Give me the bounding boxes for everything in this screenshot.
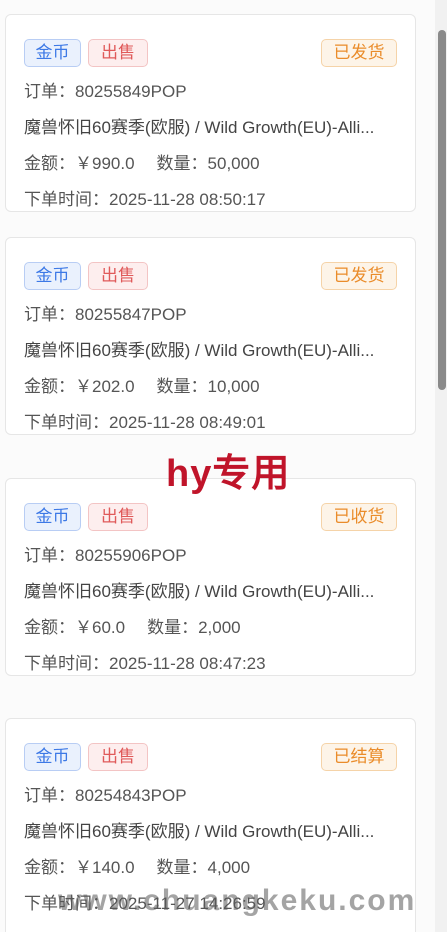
quantity-label: 数量： (156, 858, 208, 877)
order-card[interactable]: 金币 出售 已收货 订单：80255906POP 魔兽怀旧60赛季(欧服) / … (5, 478, 416, 676)
product-name: 魔兽怀旧60赛季(欧服) / Wild Growth(EU)-Alli... (24, 118, 375, 137)
scrollbar-thumb[interactable] (438, 30, 446, 390)
scrollbar-track[interactable] (435, 0, 447, 932)
amount-value: ￥140.0 (75, 858, 135, 877)
tag-sell: 出售 (88, 39, 148, 67)
tag-sell: 出售 (88, 262, 148, 290)
amount-value: ￥990.0 (75, 154, 135, 173)
order-number: 80255847POP (75, 305, 187, 324)
order-number-row: 订单：80255847POP (24, 300, 397, 325)
tag-coin: 金币 (24, 503, 81, 531)
watermark-bottom: www.chuangkeku.com (58, 884, 417, 917)
order-number-row: 订单：80255849POP (24, 77, 397, 102)
status-badge: 已发货 (321, 39, 397, 67)
order-number-label: 订单： (24, 546, 75, 565)
order-number-label: 订单： (24, 82, 75, 101)
order-time-row: 下单时间：2025-11-28 08:50:17 (24, 185, 397, 210)
order-list-page: 金币 出售 已发货 订单：80255849POP 魔兽怀旧60赛季(欧服) / … (0, 0, 447, 932)
order-number-row: 订单：80255906POP (24, 541, 397, 566)
status-badge: 已发货 (321, 262, 397, 290)
tag-coin: 金币 (24, 39, 81, 67)
order-number-label: 订单： (24, 786, 75, 805)
order-card[interactable]: 金币 出售 已发货 订单：80255847POP 魔兽怀旧60赛季(欧服) / … (5, 237, 416, 435)
status-badge: 已收货 (321, 503, 397, 531)
order-time-label: 下单时间： (24, 654, 109, 673)
quantity-label: 数量： (156, 377, 208, 396)
amount-row: 金额：￥140.0 数量：4,000 (24, 853, 397, 878)
order-time-row: 下单时间：2025-11-28 08:47:23 (24, 649, 397, 674)
amount-label: 金额： (24, 858, 75, 877)
product-name: 魔兽怀旧60赛季(欧服) / Wild Growth(EU)-Alli... (24, 341, 375, 360)
order-time: 2025-11-28 08:50:17 (109, 190, 266, 209)
order-number: 80255906POP (75, 546, 187, 565)
watermark-center: hy专用 (166, 453, 291, 495)
product-name: 魔兽怀旧60赛季(欧服) / Wild Growth(EU)-Alli... (24, 822, 375, 841)
tag-coin: 金币 (24, 262, 81, 290)
order-time-label: 下单时间： (24, 413, 109, 432)
amount-label: 金额： (24, 154, 75, 173)
tag-sell: 出售 (88, 503, 148, 531)
quantity-value: 10,000 (207, 377, 260, 396)
order-number-row: 订单：80254843POP (24, 781, 397, 806)
quantity-label: 数量： (156, 154, 208, 173)
order-time: 2025-11-28 08:49:01 (109, 413, 266, 432)
tag-sell: 出售 (88, 743, 148, 771)
amount-label: 金额： (24, 377, 75, 396)
quantity-label: 数量： (147, 618, 199, 637)
amount-value: ￥60.0 (75, 618, 126, 637)
quantity-value: 4,000 (207, 858, 251, 877)
order-number: 80255849POP (75, 82, 187, 101)
order-time: 2025-11-28 08:47:23 (109, 654, 266, 673)
product-name: 魔兽怀旧60赛季(欧服) / Wild Growth(EU)-Alli... (24, 582, 375, 601)
amount-row: 金额：￥60.0 数量：2,000 (24, 613, 397, 638)
amount-row: 金额：￥202.0 数量：10,000 (24, 372, 397, 397)
quantity-value: 50,000 (207, 154, 260, 173)
order-card[interactable]: 金币 出售 已发货 订单：80255849POP 魔兽怀旧60赛季(欧服) / … (5, 14, 416, 212)
order-number: 80254843POP (75, 786, 187, 805)
amount-label: 金额： (24, 618, 75, 637)
amount-value: ￥202.0 (75, 377, 135, 396)
order-time-row: 下单时间：2025-11-28 08:49:01 (24, 408, 397, 433)
order-number-label: 订单： (24, 305, 75, 324)
amount-row: 金额：￥990.0 数量：50,000 (24, 149, 397, 174)
tag-coin: 金币 (24, 743, 81, 771)
order-time-label: 下单时间： (24, 190, 109, 209)
quantity-value: 2,000 (198, 618, 241, 637)
status-badge: 已结算 (321, 743, 397, 771)
